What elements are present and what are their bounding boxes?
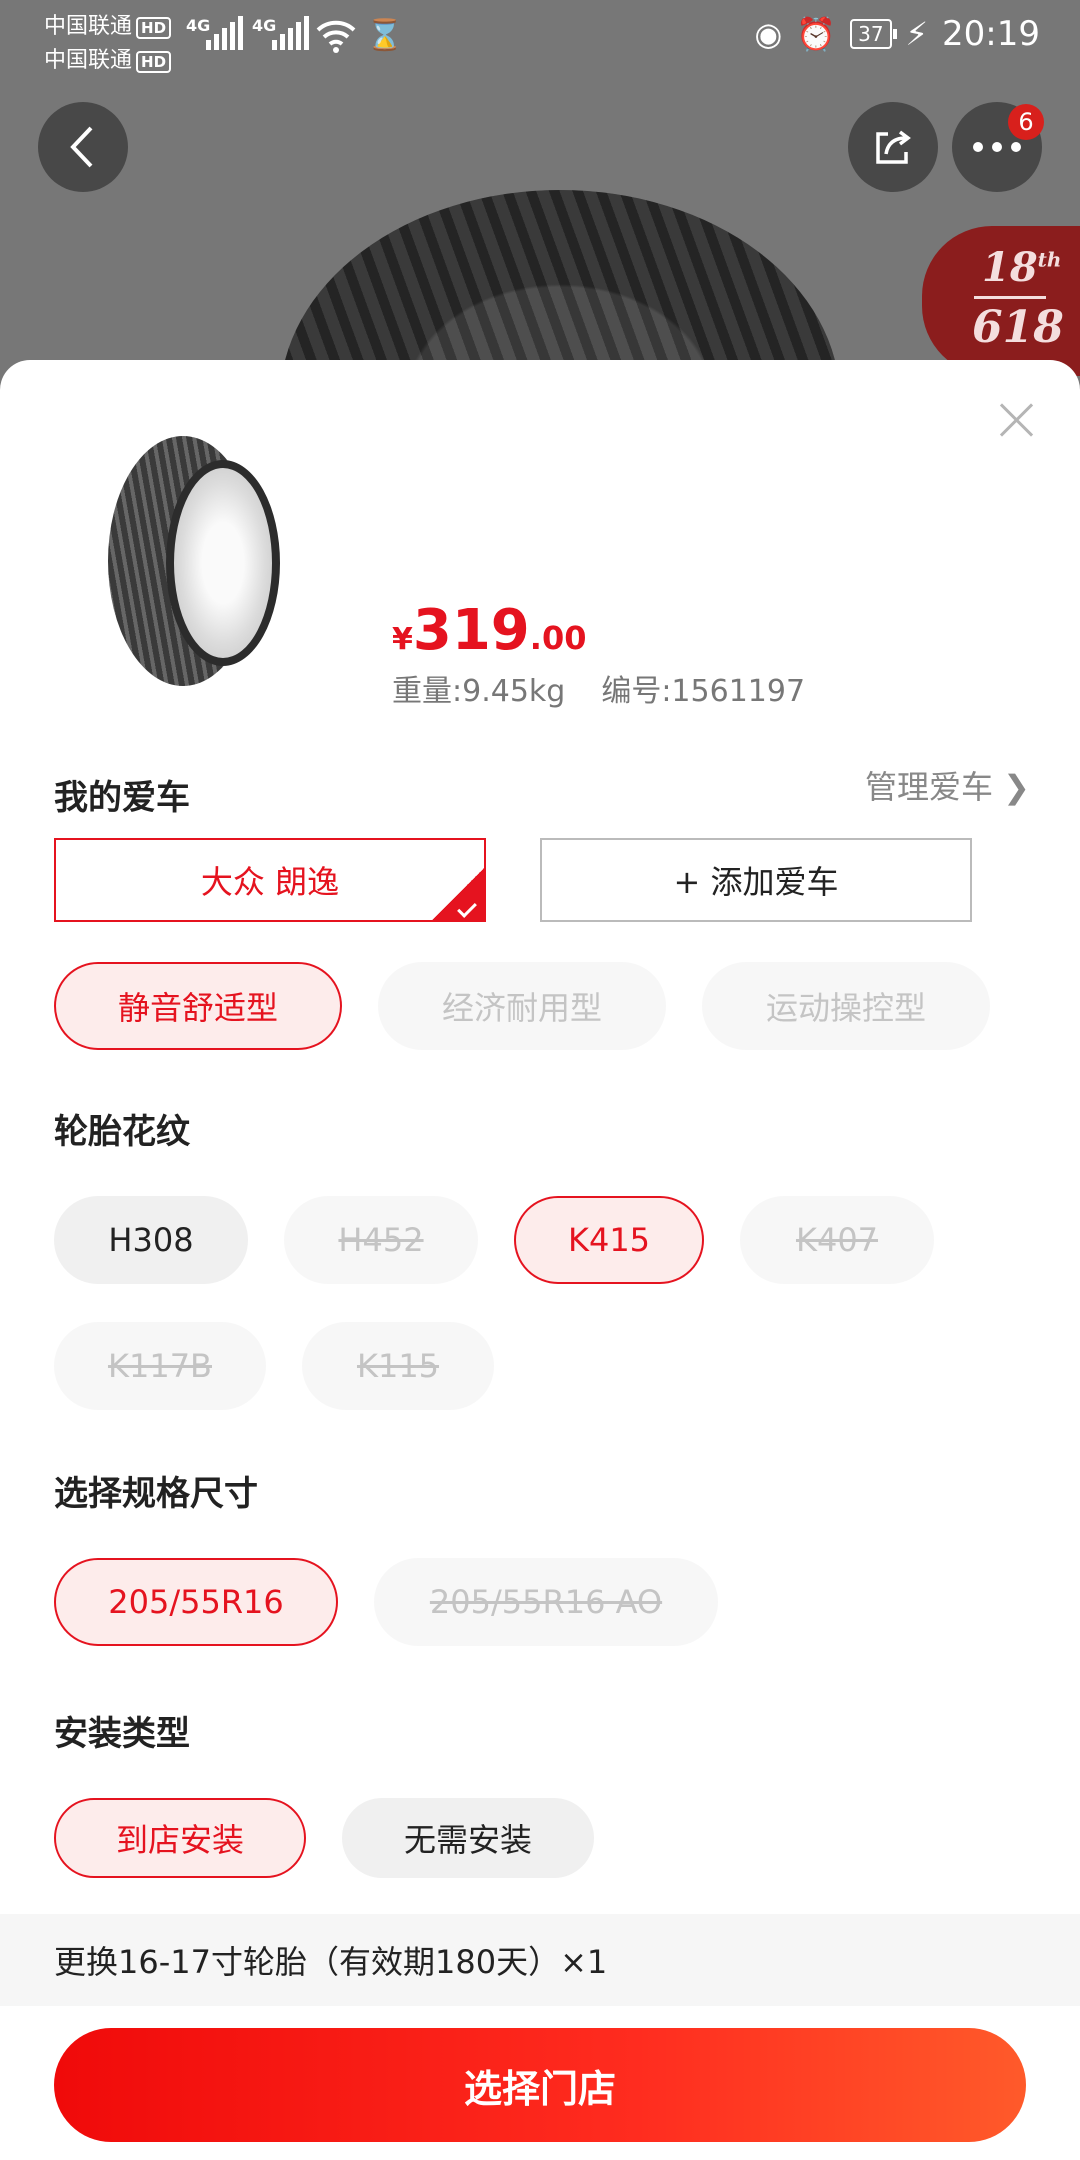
share-icon [876,130,911,164]
pattern-option-h452[interactable]: H452 [284,1196,478,1284]
service-notice: 更换16-17寸轮胎（有效期180天）×1 [0,1914,1080,2006]
carrier-1: 中国联通 HD [44,8,172,40]
clock: 20:19 [942,14,1040,54]
price: ¥319.00 [392,598,587,663]
install-option-store[interactable]: 到店安装 [54,1798,306,1878]
charging-icon: ⚡ [905,15,929,53]
close-icon[interactable] [996,400,1036,440]
add-car-button[interactable]: + 添加爱车 [540,838,972,922]
signal-icon [206,16,243,50]
weight-label: 重量:9.45kg [392,674,566,709]
carrier-2: 中国联通 HD [44,42,172,74]
eye-icon: ◉ [754,15,783,53]
pattern-option-h308[interactable]: H308 [54,1196,248,1284]
wifi-icon [316,20,356,53]
hourglass-icon: ⌛ [366,18,404,53]
notification-badge: 6 [1008,104,1044,140]
share-button[interactable] [848,102,938,192]
chevron-left-icon [70,126,93,168]
my-car-title: 我的爱车 [54,778,190,818]
sku-label: 编号:1561197 [601,674,806,709]
battery-icon: 37 [850,19,898,49]
install-title: 安装类型 [54,1714,190,1754]
type-option-economy[interactable]: 经济耐用型 [378,962,666,1050]
install-option-none[interactable]: 无需安装 [342,1798,594,1878]
manage-cars-link[interactable]: 管理爱车 ❯ [865,762,1030,808]
status-bar: 中国联通 HD 中国联通 HD 4G 4G ⌛ ◉ ⏰ 37 ⚡ 20:19 [0,0,1080,74]
size-option-205-55r16[interactable]: 205/55R16 [54,1558,338,1646]
pattern-option-k115[interactable]: K115 [302,1322,494,1410]
type-option-quiet[interactable]: 静音舒适型 [54,962,342,1050]
more-dots-icon [973,142,1021,152]
size-title: 选择规格尺寸 [54,1474,258,1514]
size-option-205-55r16-ao[interactable]: 205/55R16 AO [374,1558,718,1646]
pattern-title: 轮胎花纹 [54,1112,190,1152]
type-option-sport[interactable]: 运动操控型 [702,962,990,1050]
product-thumbnail [108,436,280,688]
select-store-button[interactable]: 选择门店 [54,2028,1026,2142]
pattern-option-k117b[interactable]: K117B [54,1322,266,1410]
pattern-option-k415[interactable]: K415 [514,1196,704,1284]
pattern-option-k407[interactable]: K407 [740,1196,934,1284]
selected-car-button[interactable]: 大众 朗逸 [54,838,486,922]
promo-618-badge[interactable]: 18th 618 [922,226,1080,376]
alarm-icon: ⏰ [796,15,837,53]
product-meta: 重量:9.45kg 编号:1561197 [392,666,805,710]
signal-icon [272,16,309,50]
checkmark-icon [430,866,484,920]
back-button[interactable] [38,102,128,192]
